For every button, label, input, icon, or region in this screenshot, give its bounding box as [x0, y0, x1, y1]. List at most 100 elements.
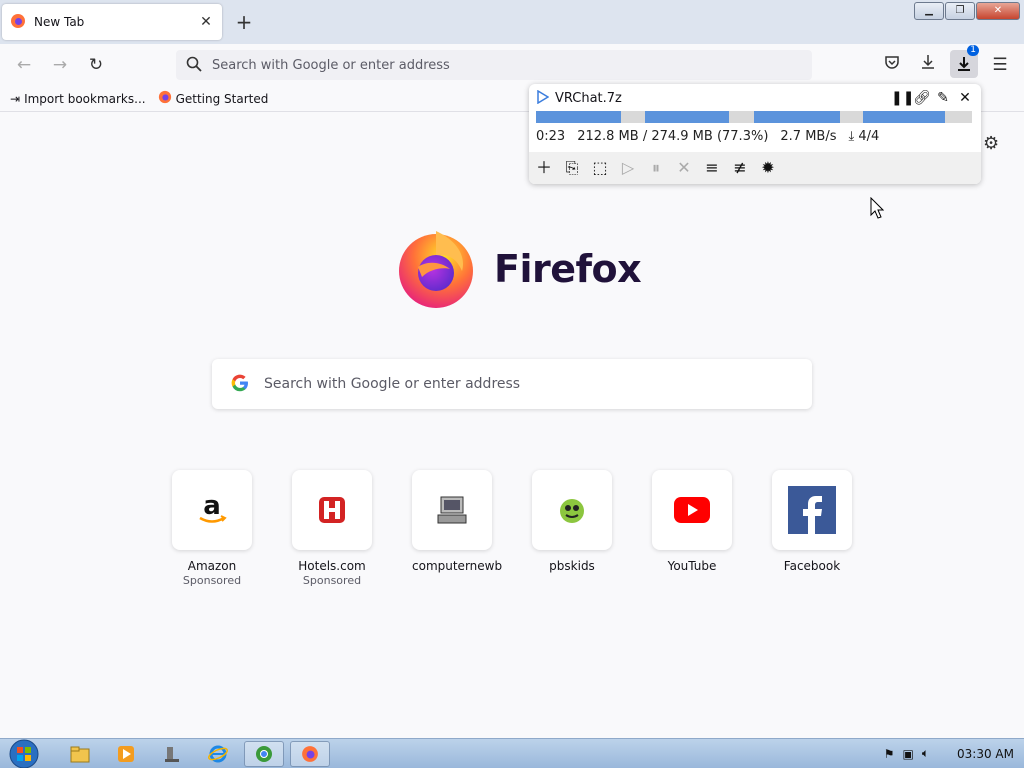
action-center-icon[interactable]: ⚑ — [884, 747, 895, 761]
bookmark-label: Import bookmarks... — [24, 91, 146, 106]
play-icon — [537, 89, 550, 107]
reload-icon[interactable]: ↻ — [84, 54, 108, 76]
progress-segment — [754, 111, 840, 123]
clock[interactable]: 03:30 AM — [957, 747, 1014, 761]
facebook-icon — [772, 470, 852, 550]
media-player-icon[interactable] — [106, 741, 146, 767]
download-header: VRChat.7z ❚❚ 🔗︎ ✎ ✕ — [537, 88, 973, 108]
top-site-label: pbskids — [549, 559, 595, 573]
firefox-logo: Firefox — [396, 227, 642, 312]
close-tab-icon[interactable]: ✕ — [198, 14, 214, 30]
start-button[interactable] — [4, 739, 44, 768]
tab-title: New Tab — [34, 15, 85, 29]
top-site-hotels[interactable]: Hotels.com Sponsored — [292, 470, 372, 587]
google-icon — [230, 373, 250, 396]
pause-all-icon[interactable]: ⏸ — [647, 159, 665, 177]
edit-icon[interactable]: ✎ — [935, 89, 951, 107]
downloads-icon[interactable] — [916, 54, 940, 76]
back-icon[interactable]: ← — [12, 54, 36, 76]
top-site-pbskids[interactable]: pbskids — [532, 470, 612, 573]
download-progress-bar — [536, 111, 972, 123]
download-stats: 0:23 212.8 MB / 274.9 MB (77.3%) 2.7 MB/… — [536, 129, 879, 144]
tab-strip: New Tab ✕ + ▁ ❐ ✕ — [0, 0, 1024, 44]
download-elapsed: 0:23 — [536, 129, 566, 144]
internet-explorer-icon[interactable] — [198, 741, 238, 767]
top-site-label: YouTube — [667, 559, 717, 573]
firefox-favicon-icon — [10, 13, 26, 32]
search-placeholder: Search with Google or enter address — [264, 376, 521, 392]
close-window-button[interactable]: ✕ — [976, 2, 1020, 20]
youtube-icon — [652, 470, 732, 550]
resume-icon[interactable]: ▷ — [619, 159, 637, 177]
top-site-label: computernewb — [412, 559, 503, 573]
top-site-label: Hotels.com — [298, 559, 366, 573]
system-tray: ⚑ ▣ 🔈︎ 03:30 AM — [884, 746, 1014, 761]
top-site-facebook[interactable]: Facebook — [772, 470, 852, 573]
bookmark-label: Getting Started — [175, 91, 269, 106]
pause-icon[interactable]: ❚❚ — [891, 89, 914, 107]
minimize-button[interactable]: ▁ — [914, 2, 944, 20]
download-filename: VRChat.7z — [555, 90, 622, 106]
menu-icon[interactable]: ☰ — [988, 54, 1012, 76]
top-site-label: Amazon — [187, 559, 237, 573]
search-icon — [186, 56, 202, 75]
close-icon[interactable]: ✕ — [957, 89, 973, 107]
window-controls: ▁ ❐ ✕ — [914, 2, 1020, 20]
newtab-search-box[interactable]: Search with Google or enter address — [212, 359, 812, 409]
pbskids-icon — [532, 470, 612, 550]
progress-segment — [645, 111, 729, 123]
chrome-icon[interactable] — [244, 741, 284, 767]
forward-icon[interactable]: → — [48, 54, 72, 76]
download-speed: 2.7 MB/s — [780, 129, 837, 144]
svg-text:a: a — [203, 491, 221, 521]
download-connections: ⤓ 4/4 — [848, 129, 880, 144]
tab-new-tab[interactable]: New Tab ✕ — [2, 4, 222, 40]
computer-icon — [412, 470, 492, 550]
firefox-wordmark: Firefox — [494, 247, 642, 291]
mouse-cursor-icon — [870, 196, 885, 222]
add-icon[interactable]: ＋ — [535, 159, 553, 177]
progress-segment — [863, 111, 945, 123]
amazon-icon: a — [172, 470, 252, 550]
firefox-taskbar-icon[interactable] — [290, 741, 330, 767]
top-site-label: Facebook — [783, 559, 841, 573]
windows-taskbar: ⚑ ▣ 🔈︎ 03:30 AM — [0, 738, 1024, 768]
import-icon: ⇥ — [10, 91, 21, 106]
progress-segment — [536, 111, 621, 123]
sponsored-label: Sponsored — [302, 574, 362, 587]
bookmark-getting-started[interactable]: Getting Started — [158, 90, 269, 107]
new-tab-button[interactable]: + — [232, 12, 256, 34]
download-toolbar: ＋ ⎘ ⬚ ▷ ⏸ ✕ ≡ ≢ ✹ — [529, 152, 981, 184]
clear-list-icon[interactable]: ≢ — [731, 159, 749, 177]
volume-icon[interactable]: 🔈︎ — [922, 746, 929, 761]
download-panel: VRChat.7z ❚❚ 🔗︎ ✎ ✕ 0:23 212.8 MB / 274.… — [529, 84, 981, 184]
download-count-badge: 1 — [967, 45, 979, 56]
top-site-youtube[interactable]: YouTube — [652, 470, 732, 573]
sponsored-label: Sponsored — [182, 574, 242, 587]
address-bar-placeholder: Search with Google or enter address — [212, 57, 450, 73]
file-explorer-icon[interactable] — [60, 741, 100, 767]
top-site-amazon[interactable]: a Amazon Sponsored — [172, 470, 252, 587]
download-manager-button[interactable]: 1 — [950, 45, 979, 78]
settings-icon[interactable]: ✹ — [759, 159, 777, 177]
bookmark-import[interactable]: ⇥ Import bookmarks... — [10, 92, 146, 106]
connections-value: 4/4 — [858, 129, 880, 144]
firefox-favicon-icon — [158, 90, 172, 107]
hotels-icon — [292, 470, 372, 550]
top-site-computernewb[interactable]: computernewb — [412, 470, 503, 573]
import-icon[interactable]: ⎘ — [563, 159, 581, 177]
pocket-icon[interactable] — [880, 54, 904, 76]
download-actions: ❚❚ 🔗︎ ✎ ✕ — [891, 89, 973, 107]
firefox-logo-icon — [396, 227, 478, 312]
settings-gear-icon[interactable]: ⚙ — [983, 133, 999, 154]
link-icon[interactable]: 🔗︎ — [913, 89, 931, 107]
list-icon[interactable]: ≡ — [703, 159, 721, 177]
restore-button[interactable]: ❐ — [945, 2, 975, 20]
download-size: 212.8 MB / 274.9 MB (77.3%) — [577, 129, 769, 144]
address-bar[interactable]: Search with Google or enter address — [176, 50, 812, 80]
device-icon[interactable] — [152, 741, 192, 767]
select-all-icon[interactable]: ⬚ — [591, 159, 609, 177]
cancel-icon[interactable]: ✕ — [675, 159, 693, 177]
network-icon[interactable]: ▣ — [902, 747, 913, 761]
navigation-toolbar: ← → ↻ Search with Google or enter addres… — [0, 44, 1024, 86]
